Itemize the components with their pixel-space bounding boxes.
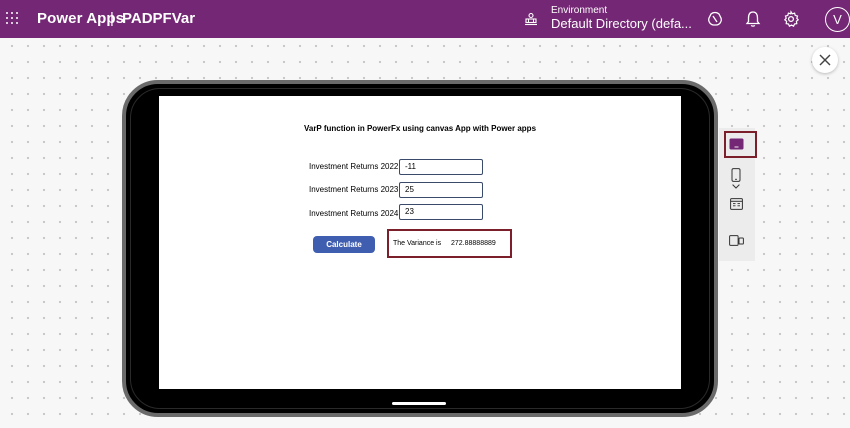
environment-label: Environment <box>551 5 608 16</box>
field-label-2024: Investment Returns 2024 <box>309 209 399 218</box>
input-returns-2023[interactable]: 25 <box>399 182 483 198</box>
app-screen: VarP function in PowerFx using canvas Ap… <box>159 96 681 389</box>
gear-icon[interactable] <box>782 10 800 28</box>
calculate-button[interactable]: Calculate <box>313 236 375 253</box>
input-returns-2022[interactable]: -11 <box>399 159 483 175</box>
header-separator: | <box>110 10 114 27</box>
tablet-icon[interactable] <box>729 138 744 150</box>
phone-icon[interactable] <box>731 168 741 182</box>
bell-icon[interactable] <box>744 10 762 28</box>
waffle-icon[interactable] <box>6 12 18 24</box>
environment-icon[interactable] <box>524 12 538 26</box>
web-icon[interactable] <box>730 198 743 210</box>
environment-selector[interactable]: Default Directory (defa... <box>551 16 692 31</box>
field-label-2022: Investment Returns 2022 <box>309 162 399 171</box>
device-settings-icon[interactable] <box>729 235 744 246</box>
app-file-name: PADPFVar <box>122 10 196 27</box>
result-label: The Variance is <box>393 240 442 247</box>
input-returns-2024[interactable]: 23 <box>399 204 483 220</box>
field-label-2023: Investment Returns 2023 <box>309 185 399 194</box>
chevron-down-icon[interactable] <box>732 184 740 189</box>
app-header: Power Apps | PADPFVar Environment Defaul… <box>0 0 850 38</box>
user-avatar[interactable]: V <box>825 7 850 32</box>
result-value: 272.88888889 <box>451 240 496 247</box>
close-preview-button[interactable] <box>812 47 838 73</box>
app-title: VarP function in PowerFx using canvas Ap… <box>303 124 537 133</box>
close-icon <box>819 54 831 66</box>
copilot-icon[interactable] <box>706 10 724 28</box>
home-indicator <box>392 402 446 405</box>
